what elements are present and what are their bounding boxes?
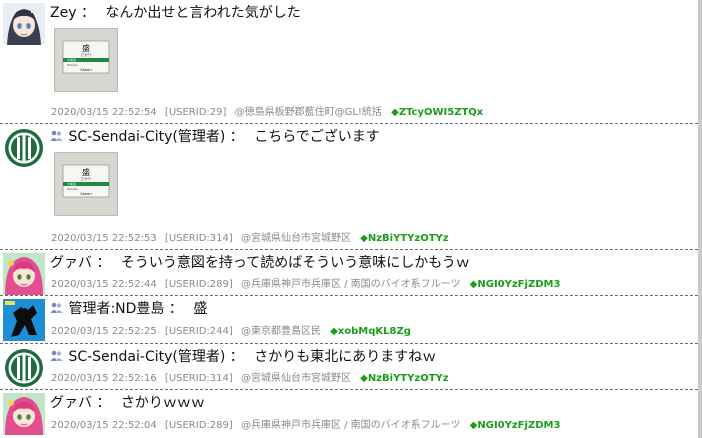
poster-name[interactable]: グァバ — [50, 255, 92, 271]
admin-icon — [50, 301, 63, 314]
attached-image[interactable]: 盛 さかり 大船渡 Ofunato Sakari — [54, 28, 118, 92]
sendai-city-emblem-icon[interactable] — [3, 347, 45, 389]
attached-image[interactable]: 盛 さかり 大船渡 Ofunato Sakari — [54, 152, 118, 216]
user-location: @徳島県板野郡藍住町@GL!統括 — [234, 107, 382, 118]
chat-post: Zey ： なんか出せと言われた気がした 盛 さかり 大船渡 Ofunato S… — [0, 0, 698, 124]
post-meta: 2020/03/15 22:52:04 [USERID:289] @兵庫県神戸市… — [51, 420, 560, 432]
post-content: グァバ ： そういう意図を持って読めばそういう意味にしかもうｗ — [50, 254, 470, 272]
user-id[interactable]: [USERID:289] — [165, 420, 233, 431]
message-text: こちらでございます — [254, 129, 380, 145]
message-text: さかりｗｗｗ — [120, 395, 205, 411]
user-id[interactable]: [USERID:314] — [165, 373, 233, 384]
admin-icon — [50, 129, 63, 142]
pink-hair-girl-avatar-icon[interactable] — [3, 393, 45, 435]
user-id[interactable]: [USERID:314] — [165, 233, 233, 244]
post-date: 2020/03/15 22:52:16 — [51, 373, 157, 384]
name-separator: ： — [229, 349, 244, 365]
station-sign-prev-romaji: Ofunato — [67, 63, 78, 67]
message-text: 盛 — [193, 301, 208, 317]
post-content: SC-Sendai-City(管理者) ： さかりも東北にありますねｗ — [50, 348, 436, 366]
chat-post: SC-Sendai-City(管理者) ： こちらでございます 盛 さかり 大船… — [0, 124, 698, 250]
poster-name[interactable]: SC-Sendai-City(管理者) — [68, 349, 225, 365]
name-separator: ： — [96, 395, 111, 411]
station-sign-name: 盛 — [82, 43, 90, 53]
station-sign-reading: さかり — [81, 176, 92, 181]
user-id[interactable]: [USERID:289] — [165, 279, 233, 290]
station-sign-reading: さかり — [81, 52, 92, 57]
post-content: グァバ ： さかりｗｗｗ — [50, 394, 205, 412]
anime-girl-avatar-icon[interactable] — [3, 3, 45, 45]
user-location: @宮城県仙台市宮城野区 — [240, 233, 351, 244]
user-id[interactable]: [USERID:29] — [165, 107, 226, 118]
station-sign-romaji: Sakari — [80, 68, 91, 72]
station-sign-name: 盛 — [82, 167, 90, 177]
trip-code[interactable]: ◆NzBiYTYzOTYz — [360, 233, 448, 244]
robot-silhouette-avatar-icon[interactable] — [3, 299, 45, 341]
station-sign-prev: 大船渡 — [67, 181, 76, 186]
poster-name[interactable]: SC-Sendai-City(管理者) — [68, 129, 225, 145]
post-content: Zey ： なんか出せと言われた気がした — [50, 4, 301, 22]
poster-name[interactable]: Zey — [50, 5, 77, 21]
name-separator: ： — [96, 255, 111, 271]
post-meta: 2020/03/15 22:52:53 [USERID:314] @宮城県仙台市… — [51, 233, 449, 245]
trip-code[interactable]: ◆NGI0YzFjZDM3 — [470, 420, 561, 431]
post-meta: 2020/03/15 22:52:54 [USERID:29] @徳島県板野郡藍… — [51, 107, 483, 119]
name-separator: ： — [168, 301, 183, 317]
vertical-scrollbar[interactable] — [698, 0, 702, 438]
post-meta: 2020/03/15 22:52:44 [USERID:289] @兵庫県神戸市… — [51, 279, 560, 291]
user-location: @宮城県仙台市宮城野区 — [240, 373, 351, 384]
sendai-city-emblem-icon[interactable] — [3, 127, 45, 169]
message-text: さかりも東北にありますねｗ — [254, 349, 437, 365]
user-id[interactable]: [USERID:244] — [165, 326, 233, 337]
post-date: 2020/03/15 22:52:54 — [51, 107, 157, 118]
post-date: 2020/03/15 22:52:04 — [51, 420, 157, 431]
post-date: 2020/03/15 22:52:44 — [51, 279, 157, 290]
message-text: そういう意図を持って読めばそういう意味にしかもうｗ — [120, 255, 470, 271]
post-date: 2020/03/15 22:52:25 — [51, 326, 157, 337]
poster-name[interactable]: グァバ — [50, 395, 92, 411]
chat-post: 管理者:ND豊島 ： 盛 2020/03/15 22:52:25 [USERID… — [0, 296, 698, 344]
trip-code[interactable]: ◆NGI0YzFjZDM3 — [470, 279, 561, 290]
user-location: @兵庫県神戸市兵庫区 / 南国のバイオ系フルーツ — [240, 420, 461, 431]
trip-code[interactable]: ◆ZTcyOWI5ZTQx — [391, 107, 483, 118]
name-separator: ： — [80, 5, 95, 21]
name-separator: ： — [229, 129, 244, 145]
station-sign-romaji: Sakari — [80, 192, 91, 196]
post-meta: 2020/03/15 22:52:25 [USERID:244] @東京都豊島区… — [51, 326, 411, 338]
admin-icon — [50, 349, 63, 362]
trip-code[interactable]: ◆xobMqKL8Zg — [330, 326, 411, 337]
post-content: SC-Sendai-City(管理者) ： こちらでございます — [50, 128, 380, 146]
station-sign-prev: 大船渡 — [67, 57, 76, 62]
poster-name[interactable]: 管理者:ND豊島 — [68, 301, 164, 317]
station-sign-prev-romaji: Ofunato — [67, 187, 78, 191]
post-content: 管理者:ND豊島 ： 盛 — [50, 300, 207, 318]
chat-post: SC-Sendai-City(管理者) ： さかりも東北にありますねｗ 2020… — [0, 344, 698, 390]
post-meta: 2020/03/15 22:52:16 [USERID:314] @宮城県仙台市… — [51, 373, 449, 385]
chat-post: グァバ ： さかりｗｗｗ 2020/03/15 22:52:04 [USERID… — [0, 390, 698, 438]
post-date: 2020/03/15 22:52:53 — [51, 233, 157, 244]
user-location: @東京都豊島区民 — [240, 326, 321, 337]
chat-post: グァバ ： そういう意図を持って読めばそういう意味にしかもうｗ 2020/03/… — [0, 250, 698, 296]
trip-code[interactable]: ◆NzBiYTYzOTYz — [360, 373, 448, 384]
scrollbar-thumb[interactable] — [698, 0, 702, 438]
user-location: @兵庫県神戸市兵庫区 / 南国のバイオ系フルーツ — [240, 279, 461, 290]
pink-hair-girl-avatar-icon[interactable] — [3, 253, 45, 295]
message-text: なんか出せと言われた気がした — [105, 5, 301, 21]
